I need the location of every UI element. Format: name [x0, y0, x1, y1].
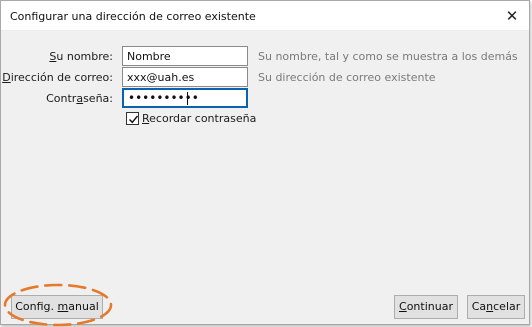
- name-label: Su nombre:: [0, 50, 113, 63]
- remember-label-text: ecordar contraseña: [149, 112, 257, 125]
- manual-button-accesskey: m: [57, 300, 69, 313]
- password-label-pre: Contr: [46, 92, 77, 105]
- name-input[interactable]: [122, 46, 248, 66]
- continue-button-text: ontinuar: [406, 300, 453, 313]
- email-label-text: irección de correo:: [10, 71, 113, 84]
- continue-button-accesskey: C: [399, 300, 407, 313]
- text-caret: [187, 92, 188, 105]
- password-masked-value: ••••••••••: [128, 91, 199, 105]
- manual-config-button[interactable]: Config. manual: [11, 295, 103, 319]
- email-row: Dirección de correo: Su dirección de cor…: [1, 67, 529, 87]
- name-row: Su nombre: Su nombre, tal y como se mues…: [1, 46, 529, 66]
- email-setup-dialog: Configurar una dirección de correo exist…: [0, 0, 530, 325]
- cancel-button-text-pre: Ca: [471, 300, 487, 313]
- email-input[interactable]: [122, 67, 248, 87]
- email-label-accesskey: D: [2, 71, 11, 84]
- password-input[interactable]: ••••••••••: [122, 88, 248, 108]
- continue-button[interactable]: Continuar: [394, 295, 458, 319]
- password-row: Contraseña: ••••••••••: [1, 88, 529, 108]
- manual-button-text-pre: Config.: [15, 300, 58, 313]
- remember-password-label: Recordar contraseña: [142, 112, 256, 125]
- cancel-button[interactable]: Cancelar: [467, 295, 525, 319]
- checkmark-icon: [129, 115, 139, 124]
- name-hint: Su nombre, tal y como se muestra a los d…: [258, 50, 518, 63]
- password-label-text: seña:: [83, 92, 113, 105]
- remember-password-checkbox[interactable]: [126, 112, 139, 125]
- close-icon[interactable]: ✕: [495, 1, 529, 31]
- email-hint: Su dirección de correo existente: [258, 71, 436, 84]
- title-bar: Configurar una dirección de correo exist…: [1, 1, 529, 31]
- email-label: Dirección de correo:: [0, 71, 113, 84]
- password-label: Contraseña:: [0, 92, 113, 105]
- name-label-text: u nombre:: [56, 50, 113, 63]
- dialog-title: Configurar una dirección de correo exist…: [10, 10, 256, 23]
- manual-button-text-rest: anual: [68, 300, 99, 313]
- cancel-button-text-rest: celar: [493, 300, 521, 313]
